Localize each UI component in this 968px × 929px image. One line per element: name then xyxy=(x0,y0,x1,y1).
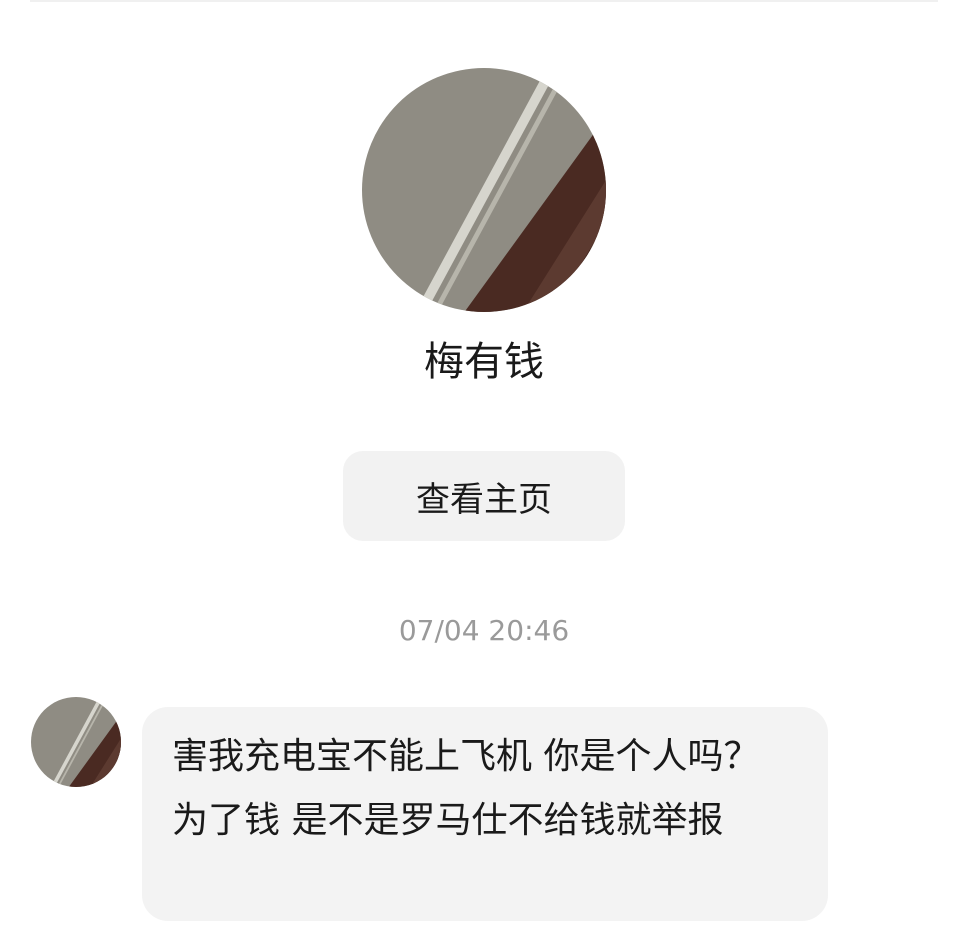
profile-name: 梅有钱 xyxy=(424,339,544,385)
top-divider xyxy=(30,0,938,2)
message-timestamp: 07/04 20:46 xyxy=(398,614,570,647)
profile-avatar[interactable] xyxy=(362,68,606,312)
sender-avatar-image xyxy=(31,697,121,787)
sender-avatar[interactable] xyxy=(31,697,121,787)
view-profile-button[interactable]: 查看主页 xyxy=(343,451,625,541)
message-bubble[interactable]: 害我充电宝不能上飞机 你是个人吗？ 为了钱 是不是罗马仕不给钱就举报 xyxy=(142,707,828,921)
message-text: 害我充电宝不能上飞机 你是个人吗？ 为了钱 是不是罗马仕不给钱就举报 xyxy=(172,736,760,841)
avatar-image xyxy=(362,68,606,312)
